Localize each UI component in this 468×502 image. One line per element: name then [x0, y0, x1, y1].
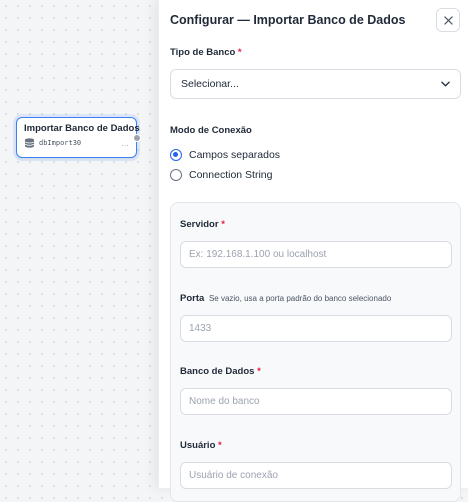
- radio-label: Campos separados: [189, 149, 281, 161]
- close-button[interactable]: [436, 8, 460, 32]
- required-mark: *: [218, 440, 222, 451]
- panel-title: Configurar — Importar Banco de Dados: [170, 13, 406, 27]
- port-hint: Se vazio, usa a porta padrão do banco se…: [208, 294, 392, 303]
- required-mark: *: [257, 366, 261, 377]
- port-label: Porta Se vazio, usa a porta padrão do ba…: [180, 293, 392, 304]
- port-input[interactable]: 1433: [180, 315, 452, 342]
- node-output-handle[interactable]: [133, 134, 141, 142]
- radio-separate-fields[interactable]: Campos separados: [170, 149, 280, 161]
- database-label: Banco de Dados *: [180, 366, 261, 377]
- node-subtitle: dbImport30: [39, 139, 82, 147]
- user-label: Usuário *: [180, 440, 222, 451]
- db-type-label: Tipo de Banco *: [170, 47, 242, 58]
- config-panel: Configurar — Importar Banco de Dados Tip…: [158, 0, 468, 502]
- radio-connection-string[interactable]: Connection String: [170, 169, 272, 181]
- database-icon: [24, 138, 35, 148]
- flow-canvas[interactable]: Importar Banco de Dados dbImport30 …: [0, 0, 158, 488]
- node-import-database[interactable]: Importar Banco de Dados dbImport30 …: [16, 117, 141, 158]
- user-input[interactable]: Usuário de conexão: [180, 462, 452, 489]
- close-icon: [443, 15, 453, 25]
- db-type-selected-value: Selecionar...: [181, 78, 239, 90]
- database-input[interactable]: Nome do banco: [180, 388, 452, 415]
- chevron-down-icon: [441, 81, 450, 87]
- server-input[interactable]: Ex: 192.168.1.100 ou localhost: [180, 241, 452, 268]
- connection-fields-card: Servidor * Ex: 192.168.1.100 ou localhos…: [170, 202, 461, 502]
- connection-mode-label: Modo de Conexão: [170, 125, 252, 136]
- required-mark: *: [237, 47, 242, 58]
- server-label: Servidor *: [180, 219, 225, 230]
- node-menu-icon[interactable]: …: [121, 139, 129, 148]
- radio-button[interactable]: [170, 169, 182, 181]
- radio-label: Connection String: [189, 169, 273, 181]
- db-type-select[interactable]: Selecionar...: [170, 69, 461, 99]
- required-mark: *: [221, 219, 225, 230]
- node-title: Importar Banco de Dados: [24, 123, 140, 134]
- radio-button-checked[interactable]: [170, 149, 182, 161]
